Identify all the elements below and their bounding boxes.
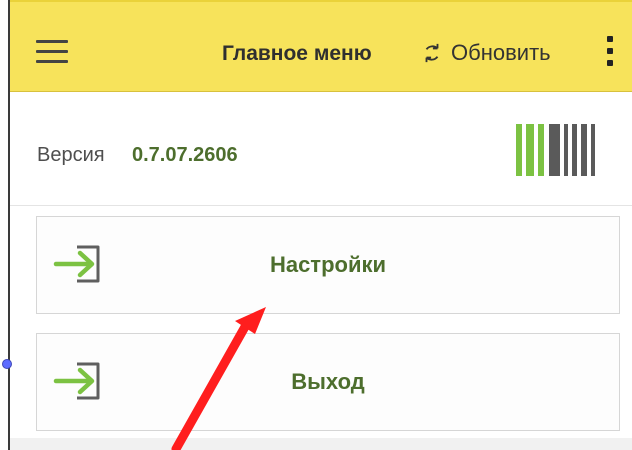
settings-label: Настройки xyxy=(269,252,387,277)
menu-line xyxy=(36,50,68,53)
refresh-label: Обновить xyxy=(451,40,551,65)
top-app-bar: Главное меню Обновить xyxy=(10,0,632,92)
exit-menu-button[interactable]: Выход xyxy=(36,333,620,431)
app-window: Главное меню Обновить Версия 0.7.07.2606 xyxy=(8,0,632,450)
menu-line xyxy=(36,40,68,43)
more-dot xyxy=(607,48,613,54)
refresh-button[interactable]: Обновить xyxy=(421,38,551,68)
more-dot xyxy=(607,60,613,66)
barcode-icon xyxy=(516,124,595,176)
version-value: 0.7.07.2606 xyxy=(132,144,238,166)
version-label: Версия xyxy=(37,144,105,166)
page-title: Главное меню xyxy=(222,42,372,65)
bottom-separator xyxy=(10,438,632,450)
hamburger-menu-icon[interactable] xyxy=(36,40,68,64)
exit-label: Выход xyxy=(291,369,365,394)
refresh-icon xyxy=(425,43,439,63)
settings-menu-button[interactable]: Настройки xyxy=(36,216,620,314)
menu-line xyxy=(36,60,68,63)
more-dot xyxy=(607,36,613,42)
blue-dot-icon xyxy=(2,359,12,369)
more-vertical-icon[interactable] xyxy=(606,36,614,68)
